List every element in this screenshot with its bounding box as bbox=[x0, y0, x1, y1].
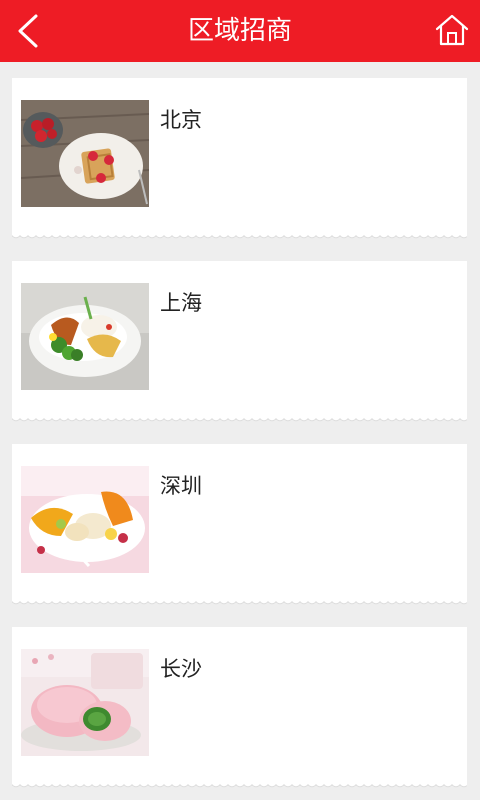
region-card-beijing[interactable]: 北京 bbox=[12, 78, 467, 242]
region-name: 深圳 bbox=[160, 474, 202, 498]
region-image bbox=[21, 283, 149, 390]
region-card-changsha[interactable]: 长沙 bbox=[12, 627, 467, 791]
home-button[interactable] bbox=[434, 12, 470, 48]
region-name: 上海 bbox=[160, 291, 202, 315]
region-image bbox=[21, 100, 149, 207]
region-image bbox=[21, 649, 149, 756]
home-icon bbox=[435, 14, 469, 46]
region-card-shenzhen[interactable]: 深圳 bbox=[12, 444, 467, 608]
page-title: 区域招商 bbox=[187, 16, 292, 46]
top-bar: 区域招商 bbox=[0, 0, 480, 62]
region-card-shanghai[interactable]: 上海 bbox=[12, 261, 467, 425]
region-name: 长沙 bbox=[160, 657, 202, 681]
region-name: 北京 bbox=[160, 108, 202, 132]
region-list: 北京 上海 深圳 长沙 bbox=[0, 62, 480, 800]
region-image bbox=[21, 466, 149, 573]
